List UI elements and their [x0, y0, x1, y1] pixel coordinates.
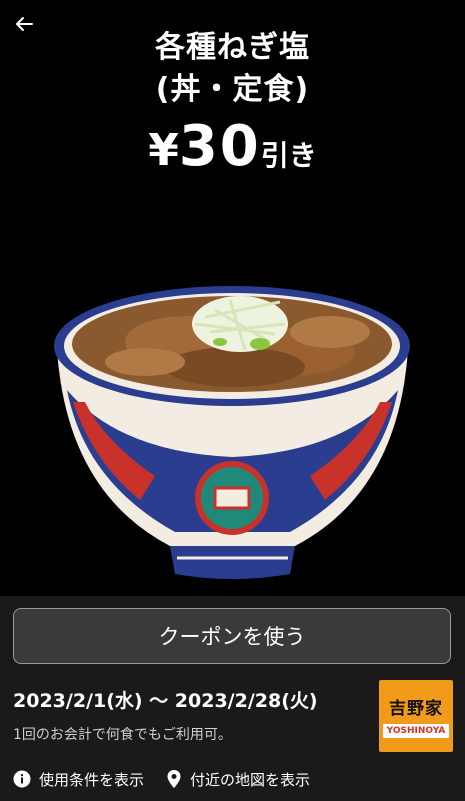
- logo-en-text: YOSHINOYA: [383, 724, 449, 738]
- footer-links: 使用条件を表示 付近の地図を表示: [13, 766, 332, 792]
- info-icon: [13, 770, 31, 788]
- map-pin-icon: [167, 770, 181, 788]
- discount-text: ¥30引き: [0, 114, 465, 179]
- discount-suffix: 引き: [260, 139, 317, 172]
- usage-note: 1回のお会計で何食でもご利用可。: [13, 727, 232, 743]
- map-link[interactable]: 付近の地図を表示: [166, 769, 310, 790]
- map-link-label: 付近の地図を表示: [190, 770, 311, 789]
- use-coupon-button[interactable]: クーポンを使う: [13, 608, 451, 664]
- coupon-title: 各種ねぎ塩: [155, 30, 310, 65]
- terms-link[interactable]: 使用条件を表示: [13, 769, 144, 790]
- coupon-subtitle: (丼・定食): [155, 72, 310, 107]
- logo-jp-text: 吉野家: [389, 699, 443, 719]
- discount-yen: ¥: [148, 125, 179, 176]
- gyudon-bowl-image: [54, 286, 410, 579]
- terms-link-label: 使用条件を表示: [39, 770, 145, 789]
- yoshinoya-logo: 吉野家 YOSHINOYA: [379, 680, 453, 752]
- discount-amount: 30: [178, 114, 261, 179]
- valid-period: 2023/2/1(水) 〜 2023/2/28(火): [13, 690, 318, 712]
